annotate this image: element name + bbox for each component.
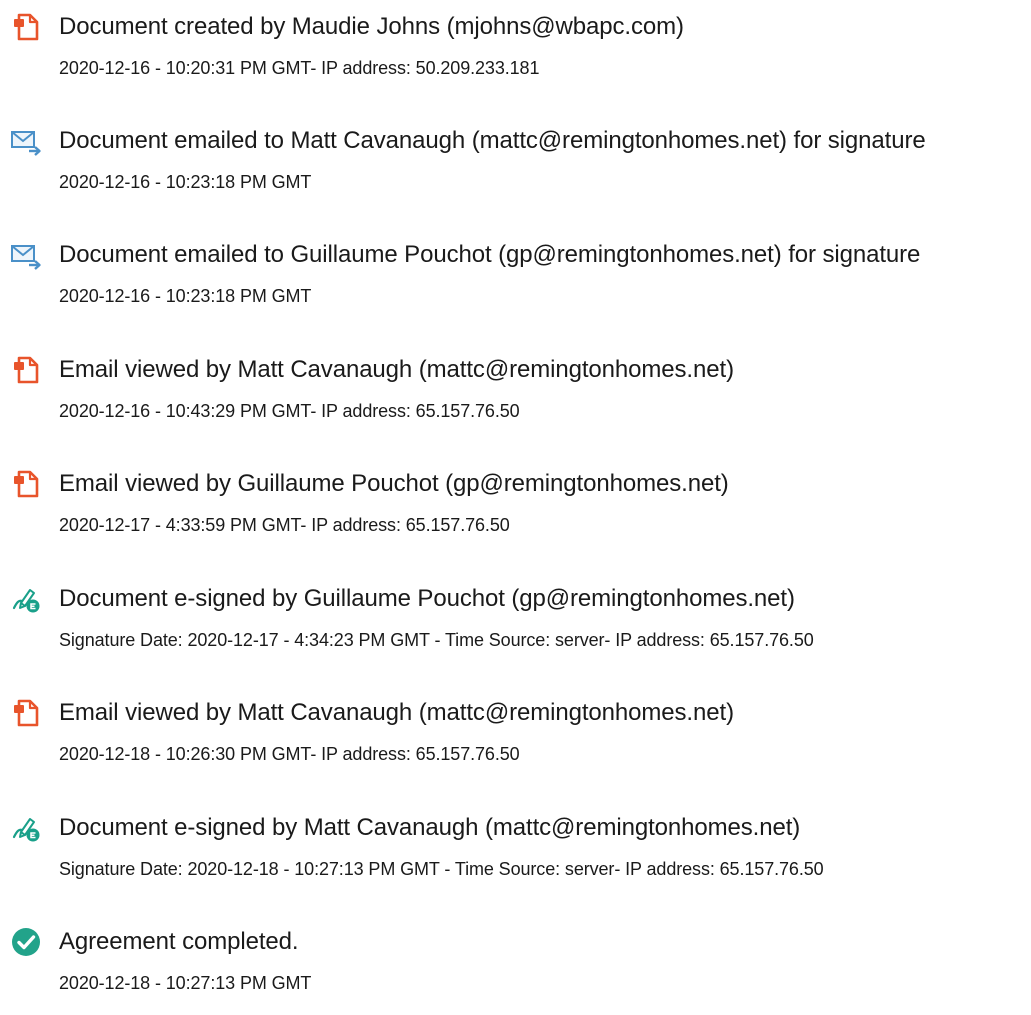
event-detail: 2020-12-18 - 10:26:30 PM GMT- IP address… — [59, 744, 520, 764]
event-title: Document emailed to Matt Cavanaugh (matt… — [59, 127, 926, 154]
audit-event: Email viewed by Matt Cavanaugh (mattc@re… — [0, 686, 1031, 786]
event-detail: 2020-12-18 - 10:27:13 PM GMT — [59, 973, 312, 993]
document-icon — [10, 697, 42, 729]
event-detail: 2020-12-16 - 10:23:18 PM GMT — [59, 286, 312, 306]
event-title: Document emailed to Guillaume Pouchot (g… — [59, 241, 921, 268]
event-detail: Signature Date: 2020-12-17 - 4:34:23 PM … — [59, 630, 814, 650]
email-icon — [10, 125, 42, 157]
event-title: Agreement completed. — [59, 928, 299, 955]
audit-event: Document e-signed by Matt Cavanaugh (mat… — [0, 801, 1031, 901]
event-title: Email viewed by Matt Cavanaugh (mattc@re… — [59, 356, 734, 383]
document-icon — [10, 11, 42, 43]
check-circle-icon — [10, 926, 42, 958]
event-detail: 2020-12-16 - 10:43:29 PM GMT- IP address… — [59, 401, 520, 421]
esign-icon — [10, 583, 42, 615]
audit-event: Email viewed by Matt Cavanaugh (mattc@re… — [0, 343, 1031, 443]
email-icon — [10, 239, 42, 271]
event-detail: 2020-12-16 - 10:20:31 PM GMT- IP address… — [59, 58, 540, 78]
audit-event: Agreement completed. 2020-12-18 - 10:27:… — [0, 915, 1031, 1015]
document-icon — [10, 354, 42, 386]
event-title: Email viewed by Matt Cavanaugh (mattc@re… — [59, 699, 734, 726]
event-detail: Signature Date: 2020-12-18 - 10:27:13 PM… — [59, 859, 824, 879]
audit-event: Document created by Maudie Johns (mjohns… — [0, 0, 1031, 100]
event-title: Document e-signed by Guillaume Pouchot (… — [59, 585, 795, 612]
event-title: Email viewed by Guillaume Pouchot (gp@re… — [59, 470, 729, 497]
audit-event: Document emailed to Matt Cavanaugh (matt… — [0, 114, 1031, 214]
event-detail: 2020-12-16 - 10:23:18 PM GMT — [59, 172, 312, 192]
audit-event: Document e-signed by Guillaume Pouchot (… — [0, 572, 1031, 672]
document-icon — [10, 468, 42, 500]
event-title: Document created by Maudie Johns (mjohns… — [59, 13, 684, 40]
event-detail: 2020-12-17 - 4:33:59 PM GMT- IP address:… — [59, 515, 510, 535]
audit-event: Email viewed by Guillaume Pouchot (gp@re… — [0, 457, 1031, 557]
audit-event: Document emailed to Guillaume Pouchot (g… — [0, 228, 1031, 328]
esign-icon — [10, 812, 42, 844]
event-title: Document e-signed by Matt Cavanaugh (mat… — [59, 814, 801, 841]
